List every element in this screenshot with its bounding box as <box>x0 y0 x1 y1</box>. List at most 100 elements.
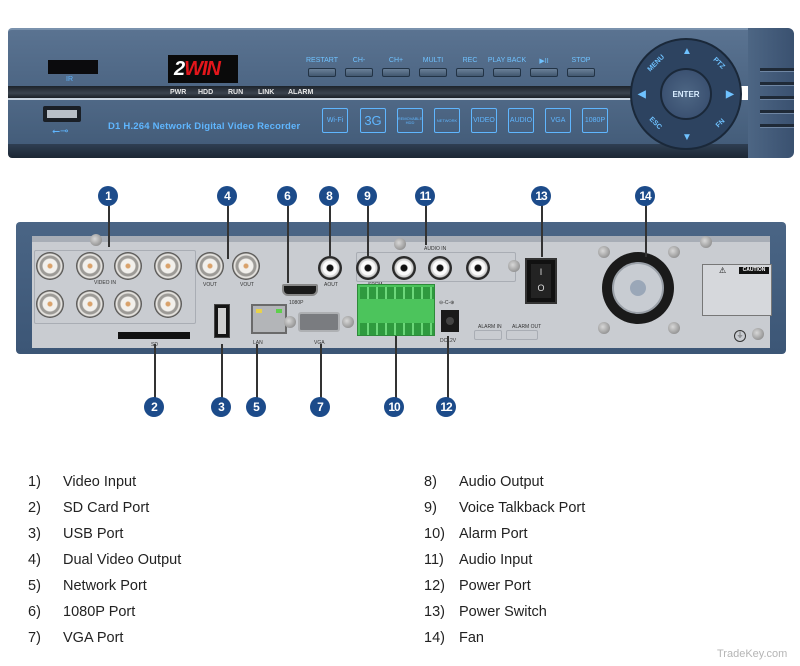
legend-num: 7) <box>28 630 41 646</box>
lan-port <box>251 304 287 334</box>
play-pause-button[interactable] <box>530 68 558 77</box>
alarm-out-pins <box>506 330 538 340</box>
screw <box>508 260 520 272</box>
switch-on-mark: I <box>539 267 543 277</box>
screw <box>700 236 712 248</box>
vent-slot <box>760 68 794 72</box>
audio-in-2 <box>428 256 452 280</box>
callout-13: 13 <box>531 186 551 206</box>
legend-num: 8) <box>424 474 437 490</box>
leader-line-6 <box>287 205 289 283</box>
dial-left-button[interactable]: ◀ <box>638 89 646 100</box>
leader-line-11 <box>425 205 427 245</box>
dial-menu-button[interactable]: MENU <box>647 54 667 74</box>
rec-button[interactable] <box>456 68 484 77</box>
playback-button[interactable] <box>493 68 521 77</box>
ground-icon: ⏚ <box>734 330 746 342</box>
legend-num: 4) <box>28 552 41 568</box>
callout-11: 11 <box>415 186 435 206</box>
video-in-3 <box>114 252 142 280</box>
logo-name: WIN <box>184 58 221 80</box>
video-in-2 <box>76 252 104 280</box>
legend-item: Audio Output <box>459 474 544 490</box>
sd-card-slot <box>118 332 190 339</box>
legend-item: Network Port <box>63 578 147 594</box>
restart-button[interactable] <box>308 68 336 77</box>
legend-item: USB Port <box>63 526 124 542</box>
vga-port <box>284 312 354 332</box>
video-in-7 <box>114 290 142 318</box>
led-run: RUN <box>228 89 244 96</box>
legend-item: 1080P Port <box>63 604 136 620</box>
hdmi-label: 1080P <box>289 300 304 306</box>
legend-item: Power Switch <box>459 604 547 620</box>
warning-icon: ⚠ <box>719 266 727 275</box>
front-panel-base <box>8 144 778 158</box>
feature-3g: 3G <box>360 108 386 133</box>
leader-line-8 <box>329 205 331 257</box>
front-usb-port <box>43 106 81 122</box>
ir-receiver <box>48 60 98 74</box>
callout-9: 9 <box>357 186 377 206</box>
led-strip <box>8 86 648 98</box>
legend-num: 13) <box>424 604 445 620</box>
fan-hub <box>630 280 646 296</box>
dial-fn-button[interactable]: FN <box>715 118 727 130</box>
dial-down-button[interactable]: ▼ <box>682 132 692 143</box>
aout-label: AOUT <box>324 282 338 288</box>
feature-audio: AUDIO <box>508 108 534 133</box>
legend-item: Alarm Port <box>459 526 528 542</box>
video-out-2 <box>232 252 260 280</box>
vga-connector <box>298 312 340 332</box>
talkback-jack <box>356 256 380 280</box>
vent-slot <box>760 110 794 114</box>
leader-line-1 <box>108 205 110 247</box>
vent-slot <box>760 82 794 86</box>
leader-line-14 <box>645 205 647 257</box>
led-pwr: PWR <box>170 89 187 96</box>
ch-minus-button[interactable] <box>345 68 373 77</box>
vent-slot <box>760 96 794 100</box>
ch-plus-button[interactable] <box>382 68 410 77</box>
vga-screw <box>342 316 354 328</box>
switch-off-mark: O <box>537 283 545 293</box>
audio-in-3 <box>466 256 490 280</box>
dc-polarity: ⊖-C-⊕ <box>439 300 455 306</box>
dial-ptz-button[interactable]: PTZ <box>711 56 725 70</box>
feature-1080p: 1080P <box>582 108 608 133</box>
led-alarm: ALARM <box>288 89 314 96</box>
usb-icon: ⭠⊸ <box>52 126 69 137</box>
btn-label-stop: STOP <box>571 57 591 64</box>
legend-num: 10) <box>424 526 445 542</box>
leader-line-5 <box>256 344 258 398</box>
caution-label: ⚠ CAUTION <box>702 264 772 316</box>
screw <box>394 238 406 250</box>
leader-line-4 <box>227 205 229 259</box>
callout-5: 5 <box>246 397 266 417</box>
legend-item: SD Card Port <box>63 500 150 516</box>
feature-wifi: Wi-Fi <box>322 108 348 133</box>
callout-12: 12 <box>436 397 456 417</box>
hdmi-port <box>282 284 318 296</box>
screw <box>90 234 102 246</box>
legend-item: VGA Port <box>63 630 124 646</box>
dial-esc-button[interactable]: ESC <box>648 116 663 131</box>
alarm-terminal-block <box>357 284 435 336</box>
feature-video: VIDEO <box>471 108 497 133</box>
enter-button[interactable]: ENTER <box>660 68 712 120</box>
legend-num: 2) <box>28 500 41 516</box>
multi-button[interactable] <box>419 68 447 77</box>
switch-rocker: I O <box>531 264 551 298</box>
legend-item: Audio Input <box>459 552 533 568</box>
legend-item: Voice Talkback Port <box>459 500 586 516</box>
caution-heading: CAUTION <box>739 267 769 274</box>
rear-usb-port <box>214 304 230 338</box>
cooling-fan <box>602 252 674 324</box>
dial-up-button[interactable]: ▲ <box>682 46 692 57</box>
audio-out-jack <box>318 256 342 280</box>
dial-right-button[interactable]: ▶ <box>726 89 734 100</box>
feature-removable-hdd: REMOVABLE HDD <box>397 108 423 133</box>
leader-line-3 <box>221 344 223 398</box>
power-switch[interactable]: I O <box>525 258 557 304</box>
stop-button[interactable] <box>567 68 595 77</box>
